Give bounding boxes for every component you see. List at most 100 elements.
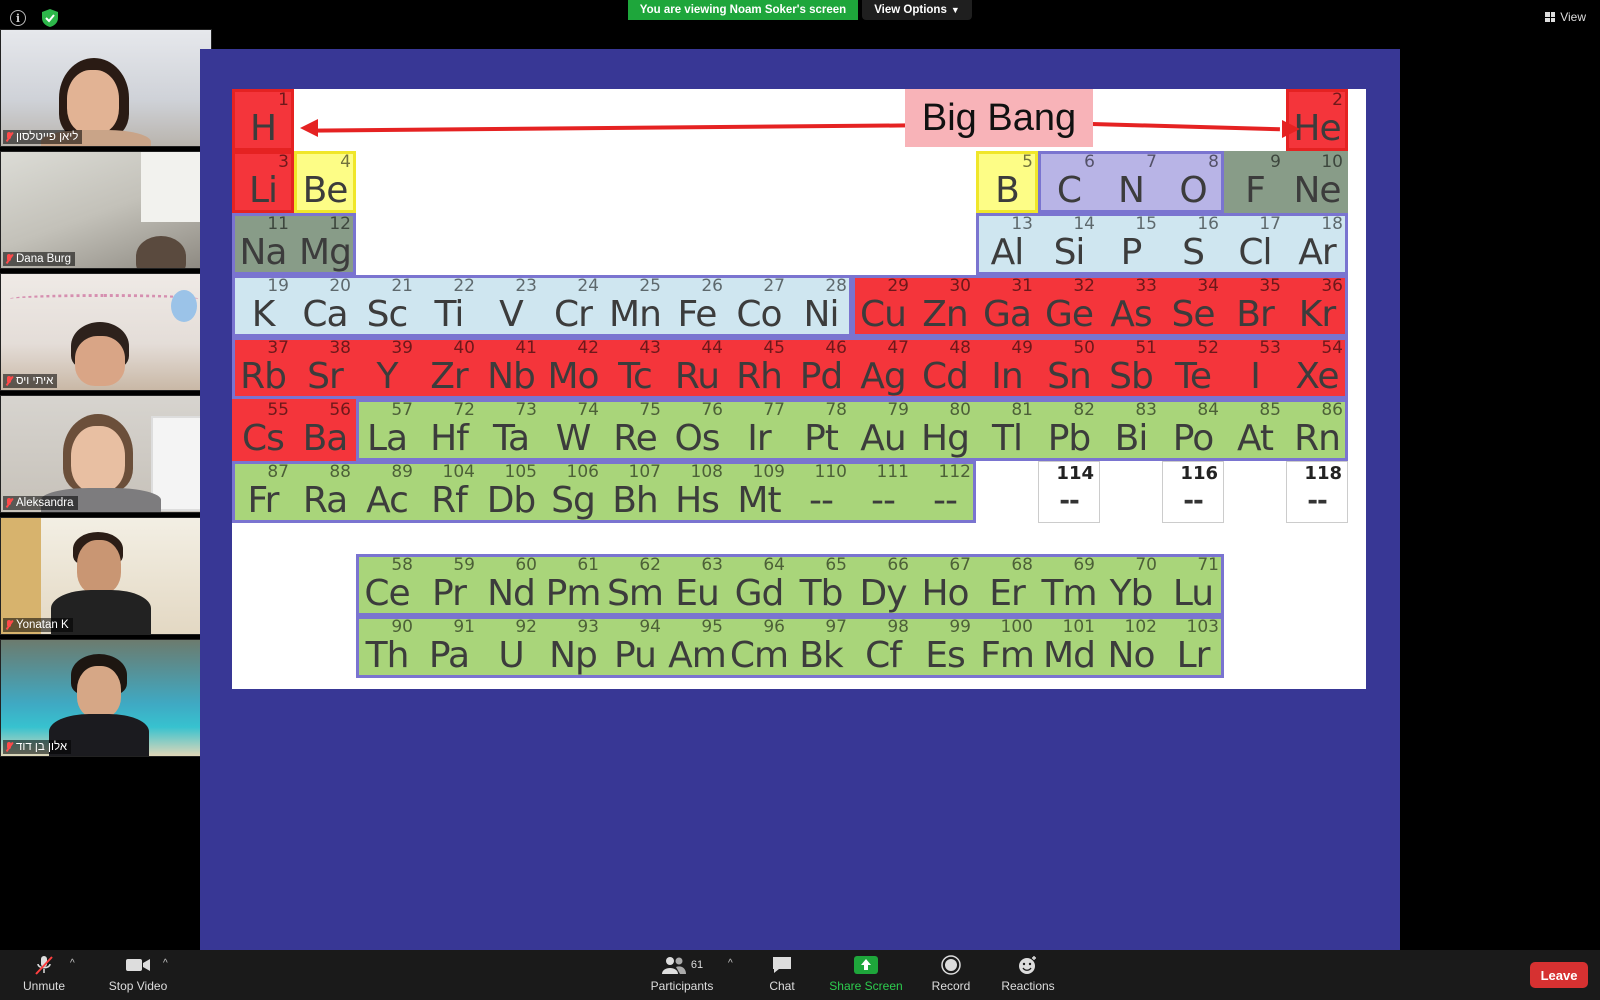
element-symbol: Xe <box>1295 356 1339 397</box>
participant-name: Dana Burg <box>3 252 75 266</box>
element-symbol: V <box>499 294 524 335</box>
element-cell: 1H <box>232 89 294 151</box>
participants-button[interactable]: 61 Participants <box>650 955 714 993</box>
element-cell: 36 Kr <box>1286 275 1348 337</box>
share-screen-button[interactable]: Share Screen <box>828 955 904 993</box>
atomic-number: 39 <box>391 338 413 358</box>
atomic-number: 51 <box>1135 338 1157 358</box>
view-button[interactable]: View <box>1545 10 1586 24</box>
arrow-head-right-icon <box>1282 120 1300 138</box>
element-cell: 110 -- <box>790 461 852 523</box>
element-symbol: Hf <box>430 418 469 459</box>
element-symbol: Mt <box>737 480 781 521</box>
element-symbol: Bk <box>799 635 844 676</box>
unmute-label: Unmute <box>22 979 66 993</box>
atomic-number: 60 <box>515 555 537 575</box>
element-cell: 89 Ac <box>356 461 418 523</box>
unmute-button[interactable]: Unmute <box>22 955 66 993</box>
element-symbol: Tm <box>1041 573 1097 614</box>
atomic-number: 108 <box>690 462 723 482</box>
element-cell: 87 Fr <box>232 461 294 523</box>
participant-name: ליאן פייטלסון <box>3 130 83 144</box>
atomic-number: 36 <box>1321 276 1343 296</box>
info-icon[interactable]: i <box>10 10 26 26</box>
element-cell: 94 Pu <box>604 616 666 678</box>
element-symbol: Sg <box>551 480 596 521</box>
element-cell: 86 Rn <box>1286 399 1348 461</box>
element-cell: 51 Sb <box>1100 337 1162 399</box>
element-symbol: Pd <box>799 356 844 397</box>
atomic-number: 100 <box>1000 617 1033 637</box>
zoom-meeting-window: i You are viewing Noam Soker's screen Vi… <box>0 0 1600 1000</box>
atomic-number: 40 <box>453 338 475 358</box>
element-cell: 41 Nb <box>480 337 542 399</box>
atomic-number: 7 <box>1146 152 1157 172</box>
atomic-number: 92 <box>515 617 537 637</box>
element-cell: 21 Sc <box>356 275 418 337</box>
element-symbol: Cl <box>1238 232 1272 273</box>
participant-tile[interactable]: Dana Burg <box>0 151 212 269</box>
element-symbol: Sm <box>607 573 664 614</box>
view-options-button[interactable]: View Options ▼ <box>862 0 972 20</box>
element-symbol: Hs <box>675 480 720 521</box>
atomic-number: 42 <box>577 338 599 358</box>
reactions-button[interactable]: Reactions <box>1000 955 1056 993</box>
element-cell: 60 Nd <box>480 554 542 616</box>
element-cell: 31 Ga <box>976 275 1038 337</box>
element-symbol: Rh <box>736 356 783 397</box>
participant-tile[interactable]: אלון בן דוד <box>0 639 212 757</box>
video-options-caret-icon[interactable]: ^ <box>163 958 168 969</box>
element-symbol: -- <box>1307 486 1328 516</box>
element-symbol: Cf <box>865 635 902 676</box>
element-symbol: Er <box>989 573 1026 614</box>
atomic-number: 95 <box>701 617 723 637</box>
atomic-number: 21 <box>391 276 413 296</box>
participant-tile[interactable]: ליאן פייטלסון <box>0 29 212 147</box>
element-cell: 61 Pm <box>542 554 604 616</box>
participants-label: Participants <box>650 979 714 993</box>
atomic-number: 88 <box>329 462 351 482</box>
atomic-number: 19 <box>267 276 289 296</box>
muted-mic-icon <box>5 254 13 264</box>
element-cell: 76 Os <box>666 399 728 461</box>
muted-mic-icon <box>5 132 13 142</box>
element-symbol: W <box>555 418 592 459</box>
element-cell: 13 Al <box>976 213 1038 275</box>
chat-icon <box>771 955 793 975</box>
atomic-number: 48 <box>949 338 971 358</box>
participant-tile[interactable]: Aleksandra <box>0 395 212 513</box>
atomic-number: 29 <box>887 276 909 296</box>
element-cell: 68 Er <box>976 554 1038 616</box>
element-symbol: Zr <box>430 356 468 397</box>
leave-button[interactable]: Leave <box>1530 962 1588 988</box>
participants-caret-icon[interactable]: ^ <box>728 958 733 969</box>
audio-options-caret-icon[interactable]: ^ <box>70 958 75 969</box>
element-cell: 50 Sn <box>1038 337 1100 399</box>
element-symbol: In <box>991 356 1023 397</box>
atomic-number: 85 <box>1259 400 1281 420</box>
participant-tile[interactable]: איתי ויס <box>0 273 212 391</box>
periodic-table-slide: 1 H 2 He 3 Li 4 Be 5 B 6 C 7 N 8 O 9 F 10 Ne 11 Na 12 Mg 13 Al 14 S… <box>232 89 1366 689</box>
record-button[interactable]: Record <box>928 955 974 993</box>
element-symbol: La <box>366 418 408 459</box>
element-symbol: Tc <box>618 356 653 397</box>
atomic-number: 58 <box>391 555 413 575</box>
reactions-smiley-icon <box>1017 955 1039 975</box>
atomic-number: 68 <box>1011 555 1033 575</box>
element-symbol: Mg <box>299 232 352 273</box>
element-cell: 74 W <box>542 399 604 461</box>
element-cell: 45 Rh <box>728 337 790 399</box>
atomic-number: 67 <box>949 555 971 575</box>
element-symbol: Zn <box>922 294 968 335</box>
element-cell: 77 Ir <box>728 399 790 461</box>
element-cell: 97 Bk <box>790 616 852 678</box>
element-symbol: Na <box>239 232 288 273</box>
atomic-number: 44 <box>701 338 723 358</box>
element-symbol: Kr <box>1298 294 1336 335</box>
element-symbol: U <box>498 635 524 676</box>
atomic-number: 9 <box>1270 152 1281 172</box>
security-shield-icon[interactable] <box>42 9 58 27</box>
participant-tile[interactable]: Yonatan K <box>0 517 212 635</box>
meeting-toolbar: Unmute ^ Stop Video ^ 61 Participants ^ … <box>0 950 1600 1000</box>
chat-button[interactable]: Chat <box>760 955 804 993</box>
